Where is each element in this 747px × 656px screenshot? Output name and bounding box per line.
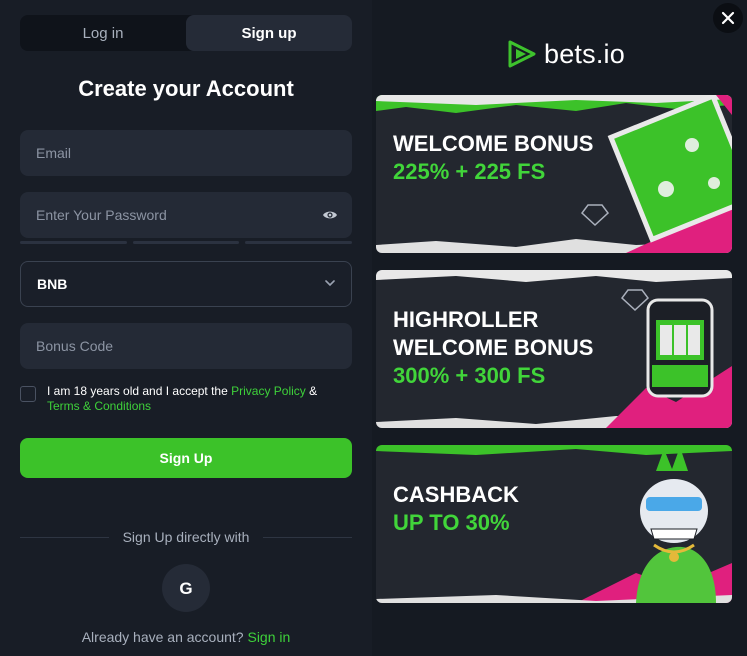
eye-icon[interactable]: [322, 208, 338, 222]
signin-link[interactable]: Sign in: [247, 629, 290, 645]
currency-select[interactable]: BNB: [20, 261, 352, 307]
google-signup-button[interactable]: G: [162, 564, 210, 612]
auth-tabs: Log in Sign up: [20, 15, 352, 51]
age-consent: I am 18 years old and I accept the Priva…: [20, 384, 352, 414]
svg-text:G: G: [179, 579, 192, 598]
close-button[interactable]: [713, 3, 743, 33]
brand-name: bets.io: [544, 38, 625, 69]
close-icon: [721, 11, 735, 25]
consent-amp: &: [305, 384, 318, 398]
strength-segment: [20, 241, 127, 244]
bonus-code-wrapper: [20, 323, 352, 369]
banner-line: 300% + 300 FS: [393, 363, 546, 388]
privacy-policy-link[interactable]: Privacy Policy: [231, 384, 306, 398]
strength-segment: [245, 241, 353, 244]
banner-line: UP TO 30%: [393, 510, 510, 535]
chevron-down-icon: [325, 280, 335, 287]
banner-line: 225% + 225 FS: [393, 159, 546, 184]
banner-line: CASHBACK: [393, 482, 519, 507]
signup-panel: Log in Sign up Create your Account BNB I…: [0, 0, 372, 656]
password-strength-bar: [20, 241, 353, 244]
google-icon: G: [179, 579, 192, 598]
cashback-banner[interactable]: CASHBACK UP TO 30%: [376, 445, 732, 603]
banner-line: WELCOME BONUS: [393, 131, 594, 156]
consent-checkbox[interactable]: [20, 386, 36, 402]
highroller-banner[interactable]: HIGHROLLER WELCOME BONUS 300% + 300 FS: [376, 270, 732, 428]
divider-line: [20, 536, 109, 538]
signin-prompt: Already have an account? Sign in: [20, 629, 352, 645]
bets-logo-icon: [508, 40, 536, 68]
divider-line: [263, 536, 353, 538]
divider-text: Sign Up directly with: [122, 529, 250, 545]
signup-button[interactable]: Sign Up: [20, 438, 352, 478]
terms-link[interactable]: Terms & Conditions: [47, 399, 151, 413]
consent-text: I am 18 years old and I accept the Priva…: [47, 384, 317, 414]
banner-line: WELCOME BONUS: [393, 335, 594, 360]
bonus-code-field[interactable]: [20, 323, 352, 369]
social-divider: Sign Up directly with: [20, 528, 353, 546]
welcome-bonus-banner[interactable]: WELCOME BONUS 225% + 225 FS: [376, 95, 732, 253]
strength-segment: [132, 241, 240, 244]
tab-login[interactable]: Log in: [20, 15, 186, 51]
consent-prefix: I am 18 years old and I accept the: [47, 384, 232, 398]
password-field[interactable]: [20, 192, 352, 238]
password-field-wrapper: [20, 192, 352, 238]
currency-value: BNB: [37, 276, 68, 292]
page-title: Create your Account: [78, 76, 294, 101]
banner-text: WELCOME BONUS 225% + 225 FS: [393, 130, 593, 186]
email-field[interactable]: [20, 130, 352, 176]
brand-logo: bets.io: [506, 38, 625, 70]
tab-signup[interactable]: Sign up: [186, 15, 352, 51]
banner-text: HIGHROLLER WELCOME BONUS 300% + 300 FS: [393, 306, 593, 390]
email-field-wrapper: [20, 130, 352, 176]
banner-text: CASHBACK UP TO 30%: [393, 481, 519, 537]
already-text: Already have an account?: [81, 629, 244, 645]
banner-line: HIGHROLLER: [393, 307, 539, 332]
